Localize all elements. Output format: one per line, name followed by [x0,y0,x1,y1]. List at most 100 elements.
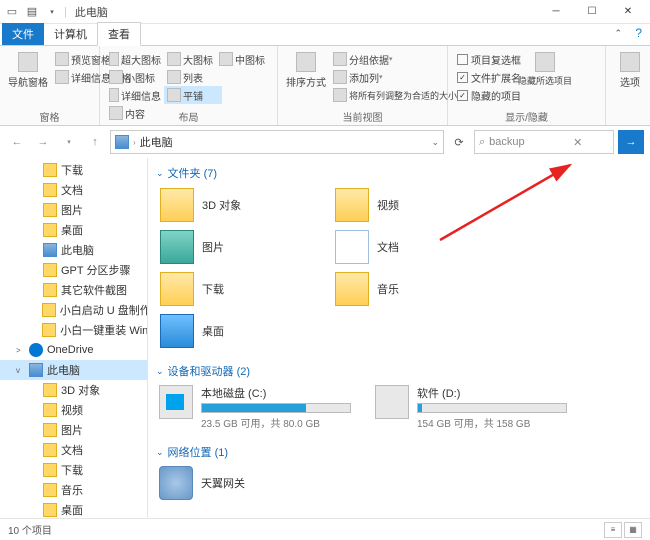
tree-item[interactable]: 桌面 [0,220,147,240]
tree-item[interactable]: 文档 [0,440,147,460]
tree-item[interactable]: 桌面 [0,500,147,518]
expand-icon[interactable]: v [16,366,25,375]
nav-tree[interactable]: 下载文档图片桌面此电脑GPT 分区步骤其它软件截图小白启动 U 盘制作步小白一键… [0,158,148,518]
folder-item[interactable]: 视频 [331,184,506,226]
search-go-button[interactable]: → [618,130,644,154]
address-dropdown-icon[interactable]: ⌄ [431,137,439,148]
tree-item[interactable]: 文档 [0,180,147,200]
tree-label: 桌面 [61,222,83,238]
navpane-button[interactable]: 导航窗格 [6,50,50,91]
onedrive-icon [29,343,43,357]
detailspane-icon [55,70,69,84]
tree-item[interactable]: 下载 [0,460,147,480]
tree-item[interactable]: 小白一键重装 Win7 [0,320,147,340]
drive-item[interactable]: 本地磁盘 (C:)23.5 GB 可用，共 80.0 GB [156,382,372,433]
tree-item[interactable]: 视频 [0,400,147,420]
tree-label: OneDrive [47,344,93,356]
folder-item[interactable]: 文档 [331,226,506,268]
item-checkboxes-toggle[interactable]: 项目复选框 [454,50,524,68]
tree-item[interactable]: 此电脑 [0,240,147,260]
qat-dropdown-icon[interactable]: ▾ [44,4,60,20]
qat-properties-icon[interactable]: ▤ [24,4,40,20]
tree-label: 文档 [61,182,83,198]
drive-space: 23.5 GB 可用，共 80.0 GB [201,415,369,430]
view-tiles[interactable]: 平铺 [164,86,222,104]
search-input[interactable] [489,136,569,148]
view-xlarge[interactable]: 超大图标 [106,50,164,68]
main-area: 下载文档图片桌面此电脑GPT 分区步骤其它软件截图小白启动 U 盘制作步小白一键… [0,158,650,518]
address-bar[interactable]: › 此电脑 ⌄ [110,130,444,154]
history-dropdown[interactable]: ▾ [58,131,80,153]
folder-icon [43,483,57,497]
tab-view[interactable]: 查看 [97,22,141,46]
tree-item[interactable]: 下载 [0,160,147,180]
folder-icon [43,423,57,437]
checkbox-icon: ✓ [457,90,468,101]
sizeallcols-button[interactable]: 将所有列调整为合适的大小 [330,86,460,104]
folder-label: 图片 [202,239,224,255]
view-small[interactable]: 小图标 [106,68,164,86]
section-folders-header[interactable]: ⌄ 文件夹 (7) [156,162,642,184]
hidden-items-toggle[interactable]: ✓隐藏的项目 [454,86,524,104]
close-button[interactable]: ✕ [610,0,646,24]
maximize-button[interactable]: ☐ [574,0,610,24]
tree-item[interactable]: > OneDrive [0,340,147,360]
tree-item[interactable]: v此电脑 [0,360,147,380]
forward-button[interactable]: → [32,131,54,153]
addcol-icon [333,70,347,84]
tree-label: 3D 对象 [61,382,100,398]
ribbon-collapse-icon[interactable]: ⌃ [614,28,622,39]
help-icon[interactable]: ? [635,26,642,40]
folder-item[interactable]: 下载 [156,268,331,310]
view-large[interactable]: 大图标 [164,50,216,68]
back-button[interactable]: ← [6,131,28,153]
folder-item[interactable]: 音乐 [331,268,506,310]
tree-item[interactable]: 其它软件截图 [0,280,147,300]
hide-selected-button[interactable]: 隐藏所选项目 [526,50,564,89]
options-button[interactable]: 选项 [612,50,648,91]
up-button[interactable]: ↑ [84,131,106,153]
tree-item[interactable]: 音乐 [0,480,147,500]
clear-search-icon[interactable]: ✕ [573,136,582,149]
tree-item[interactable]: 图片 [0,200,147,220]
folder-label: 桌面 [202,323,224,339]
refresh-button[interactable]: ⟳ [448,131,470,153]
chevron-down-icon: ⌄ [156,366,164,377]
folder-item[interactable]: 图片 [156,226,331,268]
tree-label: 桌面 [61,502,83,518]
section-network-header[interactable]: ⌄ 网络位置 (1) [156,441,642,463]
drive-item[interactable]: 软件 (D:)154 GB 可用，共 158 GB [372,382,588,433]
view-details[interactable]: 详细信息 [106,86,164,104]
tab-computer[interactable]: 计算机 [44,23,97,45]
tab-file[interactable]: 文件 [2,23,44,45]
expand-icon[interactable]: > [16,346,25,355]
sort-icon [296,52,316,72]
section-drives-header[interactable]: ⌄ 设备和驱动器 (2) [156,360,642,382]
tree-item[interactable]: 3D 对象 [0,380,147,400]
minimize-button[interactable]: ─ [538,0,574,24]
view-list[interactable]: 列表 [164,68,216,86]
folder-item[interactable]: 桌面 [156,310,331,352]
search-box[interactable]: ⌕ ✕ [474,130,614,154]
breadcrumb[interactable]: 此电脑 [140,134,173,150]
tree-label: 其它软件截图 [61,282,127,298]
tree-item[interactable]: 图片 [0,420,147,440]
file-ext-toggle[interactable]: ✓文件扩展名 [454,68,524,86]
sort-button[interactable]: 排序方式 [284,50,328,91]
details-view-toggle[interactable]: ≡ [604,522,622,538]
folder-icon [43,263,57,277]
icons-view-toggle[interactable]: ▦ [624,522,642,538]
tree-label: 下载 [61,462,83,478]
network-item[interactable]: 天翼网关 [156,463,642,503]
tree-item[interactable]: GPT 分区步骤 [0,260,147,280]
folder-icon [335,272,369,306]
nav-bar: ← → ▾ ↑ › 此电脑 ⌄ ⟳ ⌕ ✕ → [0,126,650,158]
groupby-button[interactable]: 分组依据 ▾ [330,50,460,68]
checkbox-icon: ✓ [457,72,468,83]
view-medium[interactable]: 中图标 [216,50,268,68]
tree-item[interactable]: 小白启动 U 盘制作步 [0,300,147,320]
large-icon [167,52,181,66]
folder-item[interactable]: 3D 对象 [156,184,331,226]
content-pane[interactable]: ⌄ 文件夹 (7) 3D 对象视频图片 文档下载音乐桌面 ⌄ 设备和驱动器 (2)… [148,158,650,518]
addcolumns-button[interactable]: 添加列 ▾ [330,68,460,86]
